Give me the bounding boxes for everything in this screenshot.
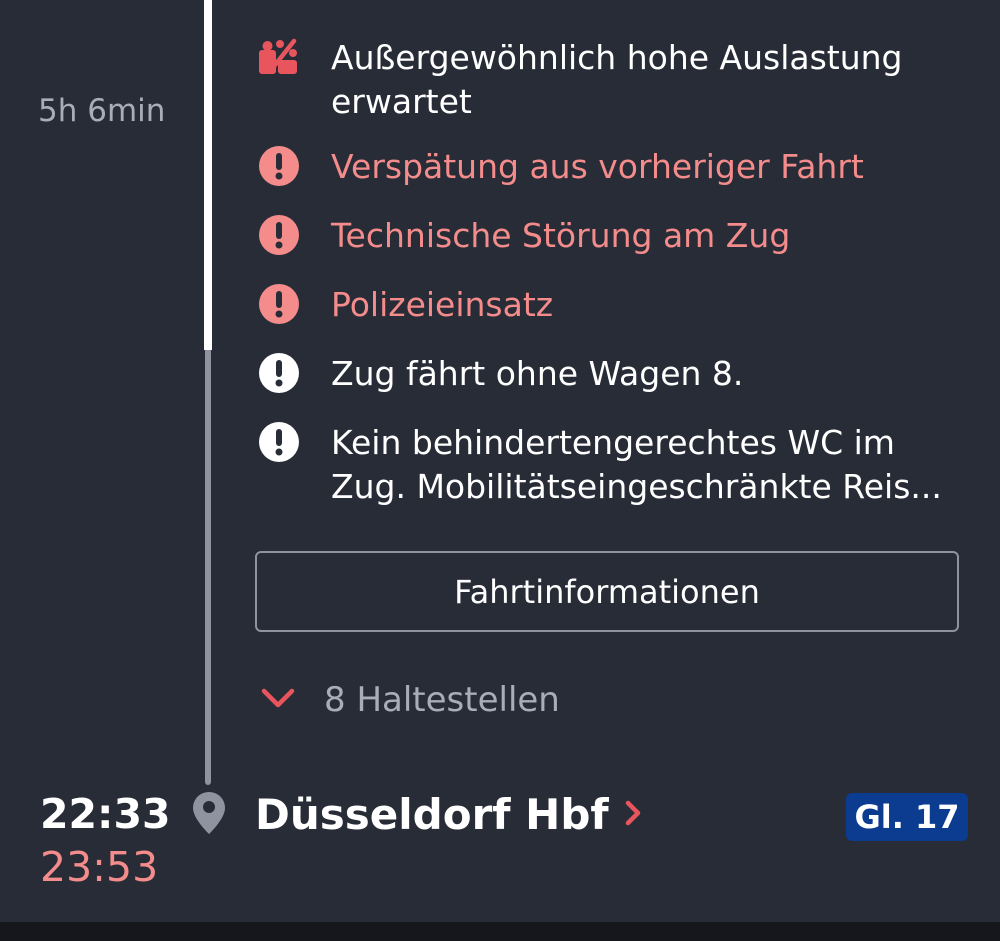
message-text: Technische Störung am Zug — [331, 216, 791, 255]
stops-toggle[interactable]: 8 Haltestellen — [260, 675, 560, 725]
message-text: Verspätung aus vorheriger Fahrt — [331, 147, 864, 186]
warning-icon — [258, 283, 300, 325]
message-text-line-1: Kein behindertengerechtes WC im — [331, 423, 895, 462]
chevron-down-icon — [260, 686, 296, 714]
message-missing-car: Zug fährt ohne Wagen 8. — [258, 352, 971, 396]
message-accessibility: Kein behindertengerechtes WC im Zug. Mob… — [258, 421, 971, 509]
high-occupancy-icon — [258, 36, 300, 78]
message-text-line-2: Zug. Mobilitätseingeschränkte Reis... — [331, 467, 942, 506]
arrival-station-name: Düsseldorf Hbf — [255, 790, 609, 839]
platform-badge: Gl. 17 — [846, 793, 968, 841]
message-text: Zug fährt ohne Wagen 8. — [331, 354, 744, 393]
trip-info-button[interactable]: Fahrtinformationen — [255, 551, 959, 632]
arrival-actual-time: 23:53 — [40, 843, 159, 891]
chevron-right-icon — [623, 798, 643, 832]
timeline-line-upcoming — [205, 350, 211, 785]
info-icon — [258, 421, 300, 463]
arrival-station-link[interactable]: Düsseldorf Hbf — [255, 790, 643, 839]
message-high-occupancy: Außergewöhnlich hohe Auslastung erwartet — [258, 36, 971, 124]
journey-duration: 5h 6min — [38, 93, 166, 129]
warning-icon — [258, 214, 300, 256]
message-text: Polizeieinsatz — [331, 285, 554, 324]
message-text: Kein behindertengerechtes WC im Zug. Mob… — [331, 421, 971, 509]
bottom-bar — [0, 922, 1000, 941]
message-police: Polizeieinsatz — [258, 283, 971, 327]
message-text: Außergewöhnlich hohe Auslastung erwartet — [331, 38, 903, 121]
message-technical-fault: Technische Störung am Zug — [258, 214, 971, 258]
warning-icon — [258, 145, 300, 187]
arrival-scheduled-time: 22:33 — [40, 790, 171, 838]
stops-toggle-label: 8 Haltestellen — [324, 680, 560, 720]
message-delay: Verspätung aus vorheriger Fahrt — [258, 145, 971, 189]
timeline-line-traveled — [204, 0, 212, 350]
location-pin-icon — [192, 791, 226, 839]
info-icon — [258, 352, 300, 394]
